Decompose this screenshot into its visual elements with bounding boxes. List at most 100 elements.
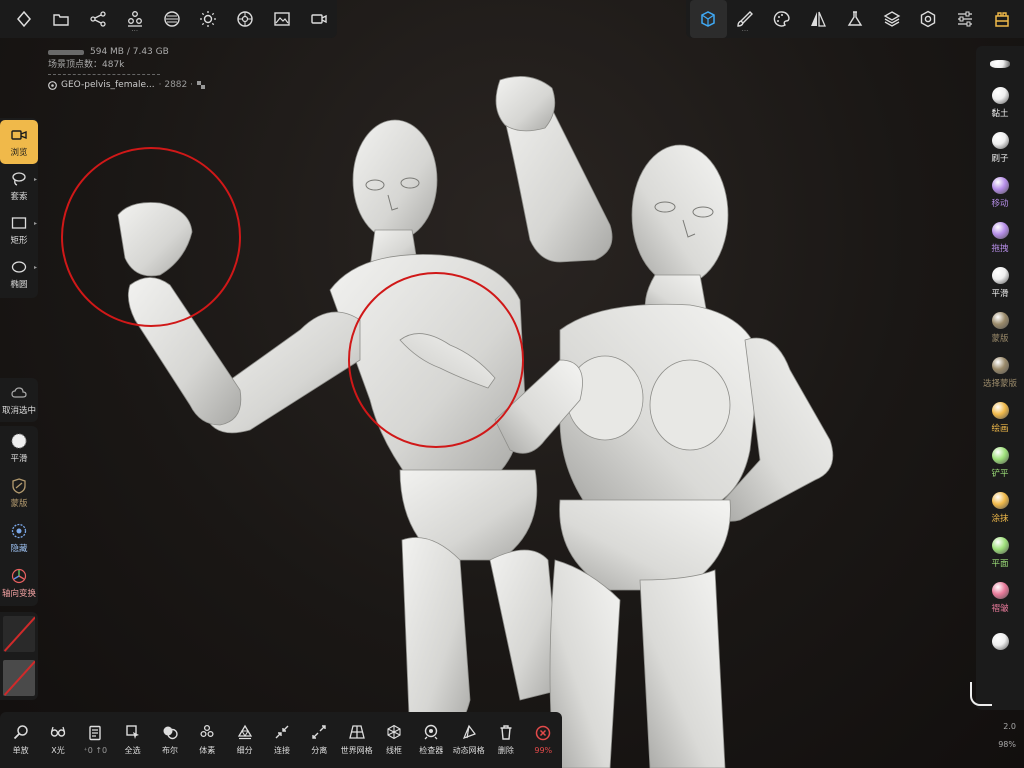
sculpt-brush-icon	[991, 266, 1009, 284]
folder-icon[interactable]	[43, 0, 80, 38]
vertex-count: 场景顶点数：487k	[48, 59, 125, 70]
palette-icon[interactable]	[763, 0, 800, 38]
shop-icon[interactable]	[983, 0, 1020, 38]
camera-icon[interactable]	[300, 0, 337, 38]
sculpt-tool-13[interactable]	[976, 620, 1024, 665]
ellipse-icon	[11, 260, 27, 273]
sculpt-tool-label: 移动	[991, 198, 1009, 209]
mesh-vertex-count: · 2882 ·	[158, 80, 193, 90]
memory-usage: 594 MB / 7.43 GB	[90, 47, 169, 57]
sculpt-tool-4[interactable]: 拖拽	[976, 215, 1024, 260]
sculpt-tool-2[interactable]: 刷子	[976, 125, 1024, 170]
cloud-icon	[11, 386, 27, 398]
sculpt-brush-icon	[991, 491, 1009, 509]
smooth-icon	[11, 433, 27, 449]
bottom-toolbar: 单放 X光 ⁺0 ↑0 全选 布尔 体素 细分 连接 分离 世界网格 线框 检查…	[0, 712, 562, 768]
settings-icon[interactable]	[910, 0, 947, 38]
background-icon[interactable]	[153, 0, 190, 38]
mesh-quality-button[interactable]: 99%	[525, 712, 562, 768]
top-left-toolbar: ···	[0, 0, 337, 38]
subdivide-button[interactable]: 细分	[226, 712, 263, 768]
sculpt-brush-icon	[991, 311, 1009, 329]
dynamic-mesh-button[interactable]: 动态网格	[450, 712, 487, 768]
subdivide-icon	[237, 724, 252, 740]
image-icon[interactable]	[263, 0, 300, 38]
tool-rectangle[interactable]: ▸ 矩形	[0, 208, 38, 252]
mask-icon	[12, 478, 26, 494]
sculpt-tool-3[interactable]: 移动	[976, 170, 1024, 215]
wireframe-button[interactable]: 线框	[375, 712, 412, 768]
primitives-icon[interactable]: ···	[116, 0, 153, 38]
sculpt-tool-label: 绘画	[991, 423, 1009, 434]
version-label: 2.0	[1003, 722, 1016, 731]
solo-button[interactable]: 单放	[2, 712, 39, 768]
split-icon	[312, 725, 326, 739]
mesh-name[interactable]: GEO-pelvis_female...	[61, 79, 155, 92]
sculpt-tool-7[interactable]: 选择蒙版	[976, 350, 1024, 395]
world-grid-button[interactable]: 世界网格	[338, 712, 375, 768]
hide-icon	[11, 523, 27, 539]
mesh-icon	[48, 80, 57, 90]
sculpt-tool-0[interactable]	[976, 50, 1024, 80]
voxel-button[interactable]: 体素	[189, 712, 226, 768]
mesh-select-icon[interactable]	[690, 0, 727, 38]
scene-icon[interactable]	[6, 0, 43, 38]
sculpt-brush-icon	[991, 356, 1009, 374]
memory-bar	[48, 49, 84, 55]
tool-ellipse[interactable]: ▸ 椭圆	[0, 252, 38, 296]
sculpt-tool-9[interactable]: 铲平	[976, 440, 1024, 485]
join-button[interactable]: 连接	[263, 712, 300, 768]
sculpt-tool-10[interactable]: 涂抹	[976, 485, 1024, 530]
gizmo-icon	[11, 568, 27, 584]
sculpt-brush-icon	[991, 536, 1009, 554]
split-button[interactable]: 分离	[301, 712, 338, 768]
inspector-button[interactable]: 检查器	[413, 712, 450, 768]
select-all-button[interactable]: 全选	[114, 712, 151, 768]
tool-lasso[interactable]: ▸ 套索	[0, 164, 38, 208]
wireframe-icon	[387, 724, 401, 740]
sculpt-brush-icon	[990, 59, 1010, 68]
sculpt-brush-icon	[991, 86, 1009, 104]
sculpt-brush-icon	[991, 632, 1009, 650]
lasso-icon	[12, 171, 26, 186]
history-icon	[89, 725, 102, 741]
sculpt-brush-icon	[991, 176, 1009, 194]
tool-mask[interactable]: 蒙版	[0, 471, 38, 516]
tool-browse[interactable]: 浏览	[0, 120, 38, 164]
sculpt-tool-5[interactable]: 平滑	[976, 260, 1024, 305]
brush-icon[interactable]: ···	[727, 0, 764, 38]
material-icon[interactable]	[227, 0, 264, 38]
sculpt-brush-icon	[991, 221, 1009, 239]
history-button[interactable]: ⁺0 ↑0	[77, 712, 114, 768]
tool-smooth[interactable]: 平滑	[0, 426, 38, 471]
primary-color-swatch[interactable]	[3, 616, 35, 652]
secondary-color-swatch[interactable]	[3, 660, 35, 696]
sculpt-tool-6[interactable]: 蒙版	[976, 305, 1024, 350]
panel-resize-handle[interactable]	[970, 682, 992, 706]
sculpt-tool-label: 平滑	[991, 288, 1009, 299]
sculpt-tool-label: 涂抹	[991, 513, 1009, 524]
sculpt-tool-1[interactable]: 黏土	[976, 80, 1024, 125]
3d-viewport[interactable]	[0, 0, 1024, 768]
top-right-toolbar: ···	[686, 0, 1024, 38]
xray-button[interactable]: X光	[39, 712, 76, 768]
scene-graph-icon[interactable]	[80, 0, 117, 38]
sculpt-tool-11[interactable]: 平面	[976, 530, 1024, 575]
sculpt-tool-8[interactable]: 绘画	[976, 395, 1024, 440]
tool-hide[interactable]: 隐藏	[0, 516, 38, 561]
flask-icon[interactable]	[837, 0, 874, 38]
status-readout: 2.0 98%	[976, 718, 1024, 754]
light-icon[interactable]	[190, 0, 227, 38]
delete-button[interactable]: 删除	[487, 712, 524, 768]
sliders-icon[interactable]	[947, 0, 984, 38]
deselect-button[interactable]: 取消选中	[0, 378, 38, 422]
sculpt-brush-icon	[991, 401, 1009, 419]
layers-icon[interactable]	[873, 0, 910, 38]
scene-info: 594 MB / 7.43 GB 场景顶点数：487k GEO-pelvis_f…	[48, 46, 205, 92]
sculpt-tool-label: 铲平	[991, 468, 1009, 479]
tool-gizmo[interactable]: 轴向变换	[0, 561, 38, 606]
boolean-button[interactable]: 布尔	[151, 712, 188, 768]
symmetry-icon[interactable]	[800, 0, 837, 38]
sculpt-tool-12[interactable]: 褶皱	[976, 575, 1024, 620]
sculpt-brush-icon	[991, 131, 1009, 149]
